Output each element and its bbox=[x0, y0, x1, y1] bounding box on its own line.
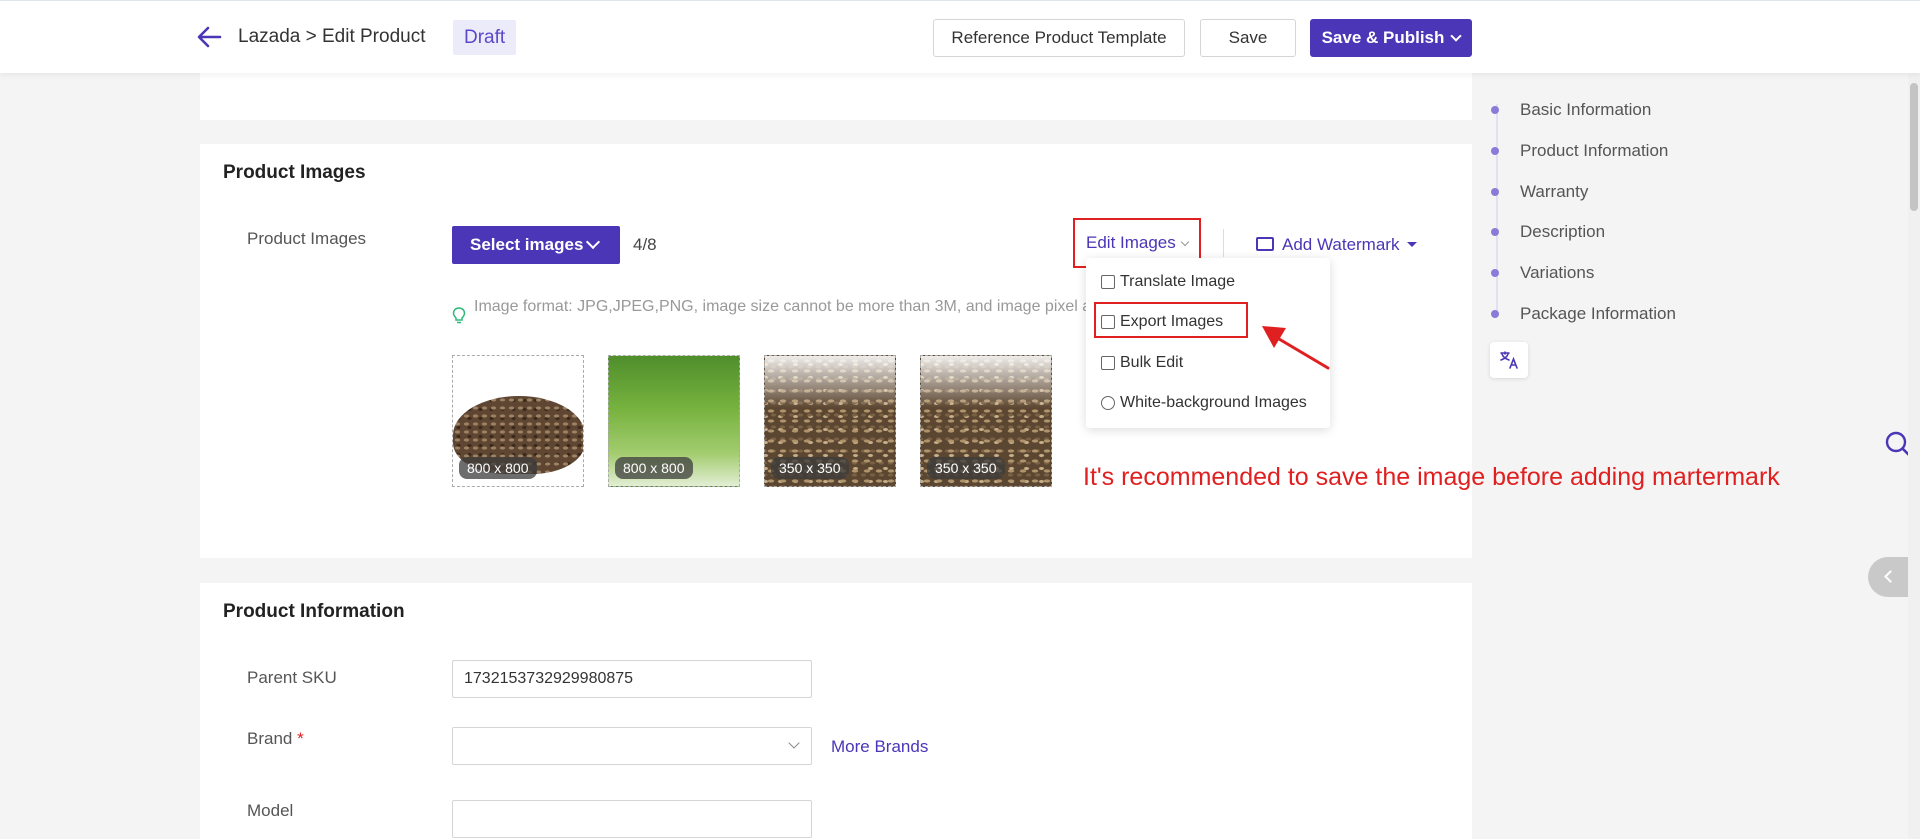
add-watermark-button[interactable]: Add Watermark bbox=[1256, 235, 1418, 255]
product-images-label: Product Images bbox=[247, 229, 367, 248]
white-background-icon bbox=[1101, 396, 1115, 410]
nav-dot bbox=[1491, 228, 1499, 236]
brand-select[interactable] bbox=[452, 727, 812, 765]
nav-dot bbox=[1491, 106, 1499, 114]
save-publish-button[interactable]: Save & Publish bbox=[1310, 19, 1472, 57]
chevron-left-icon bbox=[1884, 570, 1897, 583]
nav-item-label: Variations bbox=[1520, 263, 1595, 282]
scrollbar-thumb[interactable] bbox=[1910, 83, 1918, 211]
scrollbar[interactable] bbox=[1908, 73, 1920, 839]
reference-template-button[interactable]: Reference Product Template bbox=[933, 19, 1185, 57]
menu-item-white-background[interactable]: White-background Images bbox=[1096, 385, 1307, 421]
annotation-note: It's recommended to save the image befor… bbox=[1083, 463, 1780, 491]
translate-icon bbox=[1101, 275, 1115, 289]
save-button[interactable]: Save bbox=[1200, 19, 1296, 57]
breadcrumb: Lazada > Edit Product bbox=[238, 26, 426, 47]
nav-item-label: Description bbox=[1520, 222, 1606, 241]
image-size-badge: 800 x 800 bbox=[615, 457, 693, 479]
menu-item-label: Translate Image bbox=[1120, 273, 1236, 290]
divider bbox=[1223, 229, 1224, 257]
image-size-badge: 350 x 350 bbox=[771, 457, 849, 479]
nav-item-package-information[interactable]: Package Information bbox=[1491, 304, 1676, 324]
chevron-down-icon bbox=[1450, 30, 1463, 42]
lightbulb-icon bbox=[452, 307, 466, 324]
brand-label-text: Brand bbox=[247, 729, 293, 748]
select-images-label: Select images bbox=[470, 235, 584, 254]
image-highlight bbox=[921, 356, 1051, 408]
top-bar: Lazada > Edit Product Draft Reference Pr… bbox=[0, 0, 1920, 73]
menu-item-translate-image[interactable]: Translate Image bbox=[1096, 264, 1235, 300]
image-size-badge: 800 x 800 bbox=[459, 457, 537, 479]
required-mark: * bbox=[297, 729, 304, 748]
image-size-badge: 350 x 350 bbox=[927, 457, 1005, 479]
chevron-down-icon bbox=[1180, 237, 1190, 247]
product-image-2[interactable]: 800 x 800 bbox=[608, 355, 740, 487]
menu-item-label: Export Images bbox=[1120, 313, 1224, 330]
parent-sku-label: Parent SKU bbox=[247, 668, 337, 687]
image-count: 4/8 bbox=[633, 235, 657, 254]
edit-icon bbox=[1101, 356, 1115, 370]
add-watermark-label: Add Watermark bbox=[1282, 235, 1400, 254]
nav-item-label: Package Information bbox=[1520, 304, 1676, 323]
section-title-information: Product Information bbox=[223, 601, 405, 622]
menu-item-export-images[interactable]: Export Images bbox=[1094, 302, 1248, 338]
back-arrow-icon[interactable] bbox=[196, 25, 222, 49]
collapse-panel-button[interactable] bbox=[1868, 557, 1912, 597]
nav-item-basic-information[interactable]: Basic Information bbox=[1491, 100, 1651, 120]
nav-item-label: Basic Information bbox=[1520, 100, 1652, 119]
annotation-arrow-icon bbox=[1262, 326, 1330, 370]
translate-button[interactable] bbox=[1490, 342, 1528, 378]
save-publish-label: Save & Publish bbox=[1321, 28, 1445, 47]
section-title-images: Product Images bbox=[223, 162, 366, 183]
basic-info-card bbox=[200, 73, 1472, 120]
nav-dot bbox=[1491, 269, 1499, 277]
nav-dot bbox=[1491, 310, 1499, 318]
nav-item-warranty[interactable]: Warranty bbox=[1491, 182, 1588, 202]
product-information-card: Product Information Parent SKU Brand * M… bbox=[200, 583, 1472, 839]
brand-label: Brand * bbox=[247, 729, 304, 749]
model-input[interactable] bbox=[452, 800, 812, 838]
menu-item-bulk-edit[interactable]: Bulk Edit bbox=[1096, 345, 1183, 381]
chevron-down-icon bbox=[585, 234, 601, 250]
product-image-4[interactable]: 350 x 350 bbox=[920, 355, 1052, 487]
nav-dot bbox=[1491, 188, 1499, 196]
nav-item-product-information[interactable]: Product Information bbox=[1491, 141, 1668, 161]
translate-icon bbox=[1500, 351, 1518, 369]
nav-item-label: Warranty bbox=[1520, 182, 1589, 201]
nav-dot bbox=[1491, 147, 1499, 155]
nav-item-label: Product Information bbox=[1520, 141, 1669, 160]
download-icon bbox=[1101, 315, 1115, 329]
edit-images-label: Edit Images bbox=[1086, 233, 1176, 252]
menu-item-label: Bulk Edit bbox=[1120, 354, 1184, 371]
caret-down-icon bbox=[1407, 242, 1418, 247]
product-image-1[interactable]: 800 x 800 bbox=[452, 355, 584, 487]
product-image-3[interactable]: 350 x 350 bbox=[764, 355, 896, 487]
more-brands-link[interactable]: More Brands bbox=[831, 737, 928, 757]
nav-item-variations[interactable]: Variations bbox=[1491, 263, 1594, 283]
model-label: Model bbox=[247, 801, 294, 820]
image-highlight bbox=[765, 356, 895, 408]
parent-sku-input[interactable] bbox=[452, 660, 812, 698]
status-badge: Draft bbox=[453, 20, 517, 55]
image-icon bbox=[1256, 237, 1274, 251]
menu-item-label: White-background Images bbox=[1120, 394, 1307, 411]
select-images-button[interactable]: Select images bbox=[452, 226, 620, 264]
nav-item-description[interactable]: Description bbox=[1491, 222, 1605, 242]
